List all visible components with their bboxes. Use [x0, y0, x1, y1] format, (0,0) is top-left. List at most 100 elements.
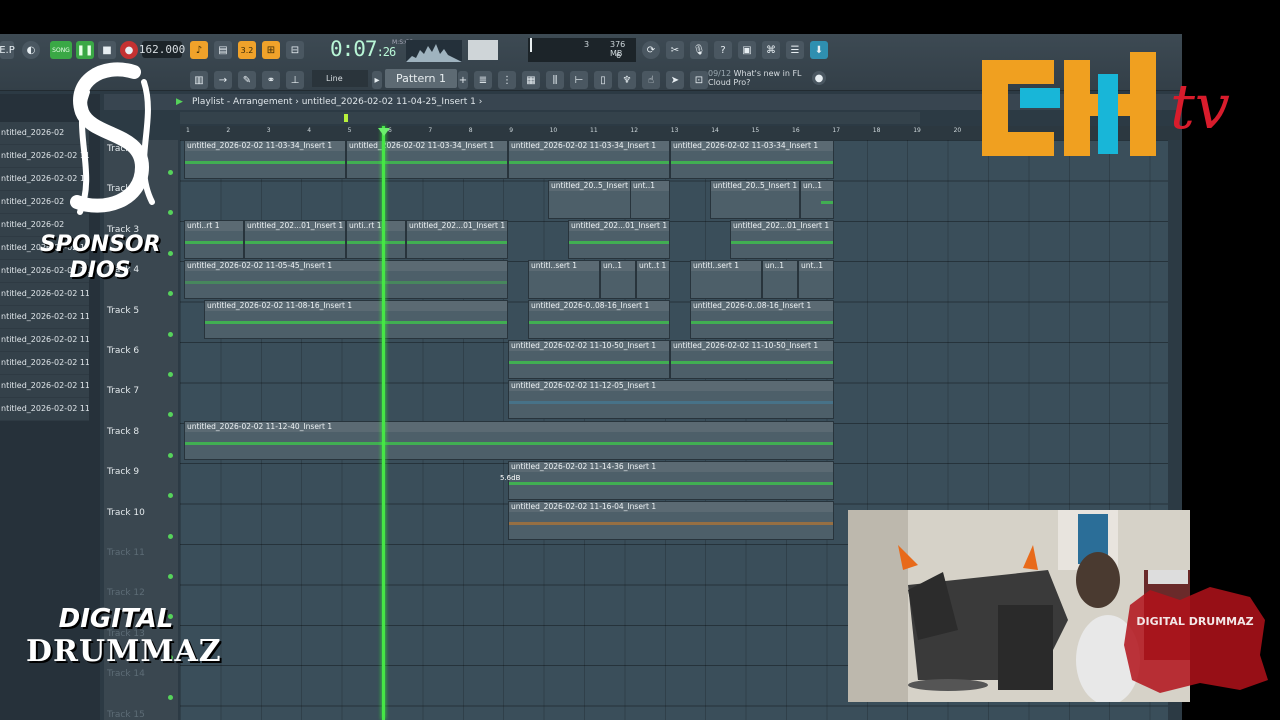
track-name[interactable]: Track 5	[107, 306, 139, 316]
step-edit-icon[interactable]: ⊟	[286, 41, 304, 59]
piano-roll-view-icon[interactable]: ⋮	[498, 71, 516, 89]
audio-clip[interactable]: untitled_2026-02-02 11-12-40_Insert 1	[184, 421, 834, 460]
track-mute-indicator[interactable]	[168, 331, 173, 337]
pattern-prev-icon[interactable]: ▸	[372, 71, 382, 89]
audio-clip[interactable]: untitl..sert 1	[528, 260, 600, 299]
pause-button[interactable]: ❚❚	[76, 41, 94, 59]
audio-clip[interactable]: untitled_2026-02-02 11-05-45_Insert 1	[184, 260, 508, 299]
track-mute-indicator[interactable]	[168, 372, 173, 377]
track-name[interactable]: Track 8	[107, 427, 139, 437]
countdown-button[interactable]: 3.2	[238, 41, 256, 59]
metronome-icon[interactable]: ♪	[190, 41, 208, 59]
master-pitch-panel[interactable]	[468, 40, 498, 60]
tools-icon[interactable]: ✂	[666, 41, 684, 59]
microphone-icon[interactable]: 🎙	[690, 41, 708, 59]
audio-clip[interactable]: untitled_202...01_Insert 1	[568, 220, 670, 259]
audio-clip[interactable]: untitled_2026-02-02 11-08-16_Insert 1	[204, 300, 508, 339]
track-mute-indicator[interactable]	[168, 250, 173, 256]
audio-clip[interactable]: unti..rt 1	[346, 220, 406, 259]
track-name[interactable]: Track 14	[107, 669, 145, 679]
audio-clip[interactable]: unt..1	[798, 260, 834, 299]
touch-icon[interactable]: ☝	[642, 71, 660, 89]
tempo-display[interactable]: 162.000	[139, 41, 185, 58]
browser-item[interactable]: ntitled_2026-02-02 11-...	[0, 329, 89, 352]
audio-clip[interactable]: untitled_2026-02-02 11-10-50_Insert 1	[670, 340, 834, 379]
track-mute-indicator[interactable]	[168, 493, 173, 499]
browser-item[interactable]: ntitled_2026-02-02 11-...	[0, 375, 89, 398]
news-panel[interactable]: 09/12 What's new in FL Cloud Pro?	[708, 69, 826, 89]
channel-rack-icon[interactable]: ▦	[522, 71, 540, 89]
browser-item[interactable]: ntitled_2026-02-02 11-...	[0, 306, 89, 329]
piano-roll-icon[interactable]: ▥	[190, 71, 208, 89]
arrow-right-icon[interactable]: →	[214, 71, 232, 89]
track-name[interactable]: Track 10	[107, 508, 145, 518]
horizontal-scrollbar[interactable]	[180, 112, 920, 124]
help-icon[interactable]: ?	[714, 41, 732, 59]
audio-clip[interactable]: untitled_2026-02-02 11-03-34_Insert 1	[508, 140, 670, 179]
snap-selector[interactable]: Line	[312, 70, 368, 87]
browser-item[interactable]: ntitled_2026-02-02 11-...	[0, 283, 89, 306]
audio-clip[interactable]: untitled_2026-02-02 11-03-34_Insert 1	[184, 140, 346, 179]
song-mode-toggle[interactable]: SONG	[50, 41, 72, 59]
audio-clip[interactable]: untitled_2026-0..08-16_Insert 1	[528, 300, 670, 339]
track-name[interactable]: Track 6	[107, 346, 139, 356]
cart-icon[interactable]: ⊡	[690, 71, 708, 89]
mixer-icon[interactable]: ⫼	[546, 71, 564, 89]
stamp-icon[interactable]: ⊥	[286, 71, 304, 89]
pencil-icon[interactable]: ✎	[238, 71, 256, 89]
track-name[interactable]: Track 7	[107, 386, 139, 396]
audio-clip[interactable]: untitled_2026-02-02 11-03-34_Insert 1	[670, 140, 834, 179]
file-icon[interactable]: ▯	[594, 71, 612, 89]
refresh-icon[interactable]: ⟳	[642, 41, 660, 59]
track-mute-indicator[interactable]	[168, 533, 173, 539]
playhead[interactable]	[382, 126, 385, 720]
audio-clip[interactable]: unt..1	[630, 180, 670, 219]
audio-clip[interactable]: untitled_202...01_Insert 1	[406, 220, 508, 259]
audio-clip[interactable]: untitled_202...01_Insert 1	[730, 220, 834, 259]
pattern-selector[interactable]: Pattern 1	[385, 69, 457, 88]
link-icon[interactable]: ⚭	[262, 71, 280, 89]
time-display[interactable]: 0:07:26	[330, 37, 400, 63]
audio-clip[interactable]: untitled_2026-02-02 11-14-36_Insert 1	[508, 461, 834, 500]
track-mute-indicator[interactable]	[168, 210, 173, 216]
track-name[interactable]: Track 11	[107, 548, 145, 558]
track-mute-indicator[interactable]	[168, 170, 173, 175]
speaker-icon[interactable]: ➤	[666, 71, 684, 89]
playlist-icon[interactable]: ≣	[474, 71, 492, 89]
audio-clip[interactable]: un..1	[800, 180, 834, 219]
browser-item[interactable]: ntitled_2026-02-02 11-...	[0, 398, 89, 421]
track-name[interactable]: Track 12	[107, 588, 145, 598]
audio-clip[interactable]: untitled_2026-02-02 11-10-50_Insert 1	[508, 340, 670, 379]
track-name[interactable]: Track 15	[107, 710, 145, 720]
track-mute-indicator[interactable]	[168, 695, 173, 701]
playhead-marker-icon[interactable]	[378, 128, 390, 136]
wait-input-icon[interactable]: ▤	[214, 41, 232, 59]
plugin-icon[interactable]: ⌘	[762, 41, 780, 59]
audio-clip[interactable]: untitled_202...01_Insert 1	[244, 220, 346, 259]
loop-record-icon[interactable]: ⊞	[262, 41, 280, 59]
news-info-icon[interactable]: ●	[812, 71, 826, 85]
audio-clip[interactable]: un..1	[762, 260, 798, 299]
browser-item[interactable]: ntitled_2026-02-02 11-...	[0, 352, 89, 375]
chat-icon[interactable]: ☰	[786, 41, 804, 59]
audio-clip[interactable]: un..1	[600, 260, 636, 299]
pattern-add-icon[interactable]: +	[458, 71, 468, 89]
menu-button[interactable]: E.P	[0, 41, 15, 59]
track-mute-indicator[interactable]	[168, 574, 173, 579]
record-button[interactable]: ●	[120, 41, 138, 59]
audio-clip[interactable]: untitl..sert 1	[690, 260, 762, 299]
audio-clip[interactable]: untitled_2026-02-02 11-03-34_Insert 1	[346, 140, 508, 179]
audio-clip[interactable]: unti..rt 1	[184, 220, 244, 259]
save-icon[interactable]: ▣	[738, 41, 756, 59]
audio-clip[interactable]: untitled_20..5_Insert 1	[710, 180, 800, 219]
track-mute-indicator[interactable]	[168, 291, 173, 297]
audio-clip[interactable]: untitled_2026-02-02 11-12-05_Insert 1	[508, 380, 834, 419]
audio-clip[interactable]: unt..t 1	[636, 260, 670, 299]
audio-clip[interactable]: untitled_2026-02-02 11-16-04_Insert 1	[508, 501, 834, 540]
stop-button[interactable]: ■	[98, 41, 116, 59]
track-mute-indicator[interactable]	[168, 452, 173, 458]
track-name[interactable]: Track 9	[107, 467, 139, 477]
browser-icon[interactable]: ⊢	[570, 71, 588, 89]
audio-clip[interactable]: untitled_2026-0..08-16_Insert 1	[690, 300, 834, 339]
track-mute-indicator[interactable]	[168, 412, 173, 418]
